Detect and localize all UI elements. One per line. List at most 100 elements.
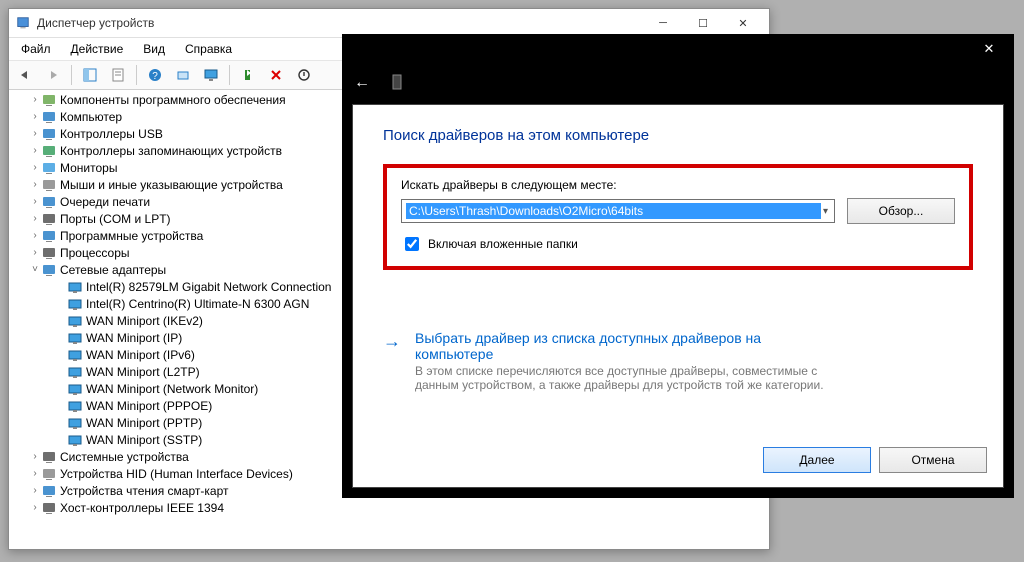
include-subfolders-checkbox[interactable] [405,237,419,251]
collapsed-icon[interactable]: › [29,502,41,513]
collapsed-icon[interactable]: › [29,230,41,241]
next-button[interactable]: Далее [763,447,871,473]
arrow-right-icon: → [383,330,401,392]
browse-button[interactable]: Обзор... [847,198,955,224]
tree-label: WAN Miniport (IP) [86,331,182,345]
option-desc: В этом списке перечисляются все доступны… [415,364,855,392]
collapsed-icon[interactable]: › [29,451,41,462]
collapsed-icon[interactable]: › [29,196,41,207]
tree-node[interactable]: ›Хост-контроллеры IEEE 1394 [17,499,761,516]
wizard-close-button[interactable]: ✕ [968,36,1010,62]
tree-label: Intel(R) 82579LM Gigabit Network Connect… [86,280,331,294]
net-adapter-icon [67,432,83,448]
soft-icon [41,228,57,244]
help-button[interactable]: ? [143,63,167,87]
back-icon[interactable]: ← [354,74,370,92]
wizard-nav: ← [342,64,1014,102]
monitor-icon[interactable] [199,63,223,87]
net-adapter-icon [67,296,83,312]
tree-label: Системные устройства [60,450,189,464]
tree-label: Мыши и иные указывающие устройства [60,178,283,192]
tree-label: WAN Miniport (IPv6) [86,348,195,362]
tree-label: WAN Miniport (PPPOE) [86,399,212,413]
net-adapter-icon [67,347,83,363]
highlighted-section: Искать драйверы в следующем месте: C:\Us… [383,164,973,270]
tree-label: WAN Miniport (Network Monitor) [86,382,258,396]
update-driver-button[interactable] [236,63,260,87]
collapsed-icon[interactable]: › [29,162,41,173]
tree-label: Контроллеры USB [60,127,163,141]
chevron-down-icon[interactable]: ▾ [821,206,830,217]
collapsed-icon[interactable]: › [29,468,41,479]
hid-icon [41,466,57,482]
window-title: Диспетчер устройств [37,16,643,30]
properties-button[interactable] [106,63,130,87]
collapsed-icon[interactable]: › [29,179,41,190]
tree-label: WAN Miniport (PPTP) [86,416,202,430]
component-icon [41,92,57,108]
app-icon [15,15,31,31]
search-path-combobox[interactable]: C:\Users\Thrash\Downloads\O2Micro\64bits… [401,199,835,223]
driver-update-wizard: ✕ ← Поиск драйверов на этом компьютере И… [342,34,1014,498]
wizard-titlebar[interactable]: ✕ [342,34,1014,64]
collapsed-icon[interactable]: › [29,128,41,139]
uninstall-button[interactable] [264,63,288,87]
net-adapter-icon [67,313,83,329]
collapsed-icon[interactable]: › [29,485,41,496]
pick-from-list-option[interactable]: → Выбрать драйвер из списка доступных др… [383,330,973,392]
minimize-button[interactable]: ─ [643,12,683,34]
back-button[interactable] [13,63,37,87]
net-adapter-icon [67,364,83,380]
tree-label: WAN Miniport (SSTP) [86,433,202,447]
path-value: C:\Users\Thrash\Downloads\O2Micro\64bits [406,203,821,219]
tree-label: Устройства HID (Human Interface Devices) [60,467,293,481]
tree-label: Устройства чтения смарт-карт [60,484,228,498]
cancel-button[interactable]: Отмена [879,447,987,473]
close-button[interactable]: ✕ [723,12,763,34]
tree-label: Очереди печати [60,195,150,209]
option-title: Выбрать драйвер из списка доступных драй… [415,330,835,362]
net-adapter-icon [67,279,83,295]
collapsed-icon[interactable]: › [29,213,41,224]
forward-button[interactable] [41,63,65,87]
cpu-icon [41,245,57,261]
collapsed-icon[interactable]: › [29,94,41,105]
show-hide-tree-button[interactable] [78,63,102,87]
storage-icon [41,143,57,159]
tree-label: Процессоры [60,246,130,260]
collapsed-icon[interactable]: › [29,247,41,258]
tree-label: Программные устройства [60,229,203,243]
scan-hardware-button[interactable] [171,63,195,87]
net-icon [41,262,57,278]
svg-text:?: ? [152,71,158,82]
tree-label: Порты (COM и LPT) [60,212,171,226]
tree-label: WAN Miniport (L2TP) [86,365,200,379]
expanded-icon[interactable]: ˅ [29,264,41,275]
net-adapter-icon [67,398,83,414]
net-adapter-icon [67,415,83,431]
panel-title: Поиск драйверов на этом компьютере [383,127,973,144]
disable-button[interactable] [292,63,316,87]
tree-label: Сетевые адаптеры [60,263,166,277]
device-icon [390,74,404,93]
1394-icon [41,500,57,516]
include-subfolders-label: Включая вложенные папки [428,237,578,251]
maximize-button[interactable]: ☐ [683,12,723,34]
menu-help[interactable]: Справка [181,40,236,58]
usb-icon [41,126,57,142]
port-icon [41,211,57,227]
collapsed-icon[interactable]: › [29,111,41,122]
system-icon [41,449,57,465]
computer-icon [41,109,57,125]
wizard-panel: Поиск драйверов на этом компьютере Искат… [352,104,1004,488]
menu-file[interactable]: Файл [17,40,55,58]
smartcard-icon [41,483,57,499]
tree-label: Intel(R) Centrino(R) Ultimate-N 6300 AGN [86,297,309,311]
tree-label: Компоненты программного обеспечения [60,93,286,107]
tree-label: Мониторы [60,161,117,175]
net-adapter-icon [67,381,83,397]
tree-label: Контроллеры запоминающих устройств [60,144,282,158]
menu-action[interactable]: Действие [67,40,128,58]
menu-view[interactable]: Вид [139,40,169,58]
collapsed-icon[interactable]: › [29,145,41,156]
